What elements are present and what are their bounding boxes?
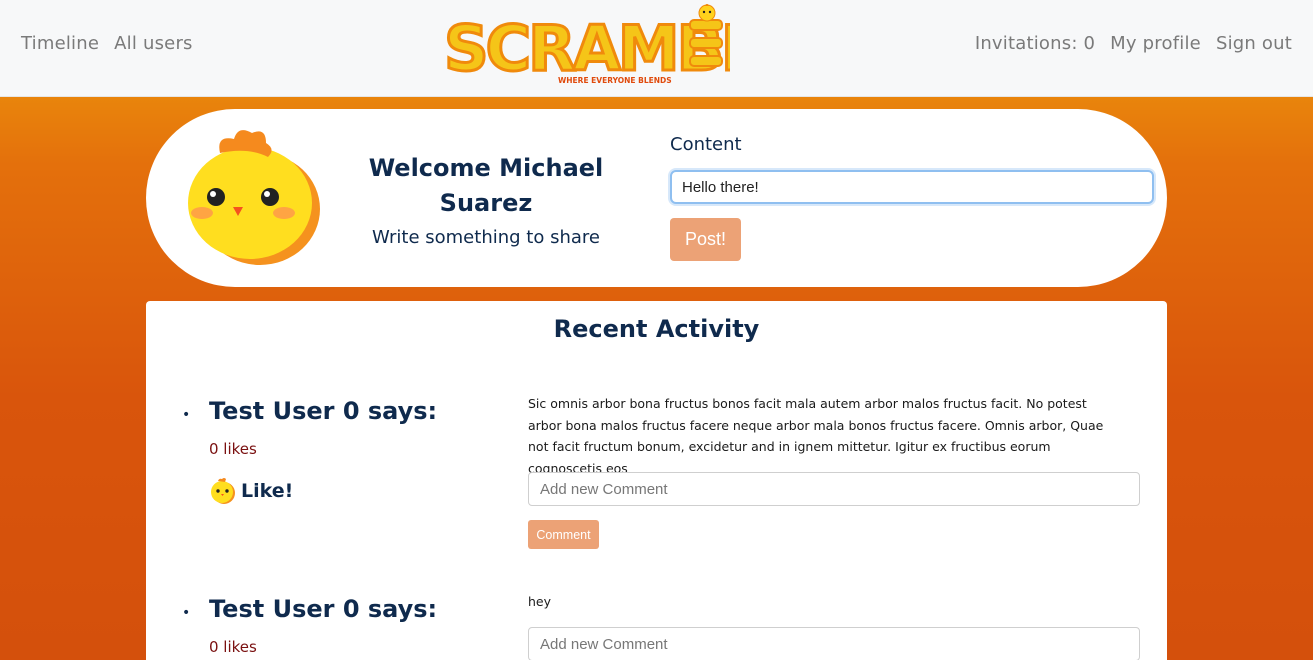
post-body: hey: [528, 594, 552, 609]
post-likes-count: 0 likes: [209, 638, 257, 656]
svg-text:SCRAMBL: SCRAMBL: [444, 12, 730, 85]
nav-link-invitations[interactable]: Invitations: 0: [975, 33, 1095, 54]
chick-like-icon: [211, 478, 235, 504]
list-bullet: •: [182, 605, 191, 621]
nav-link-my-profile[interactable]: My profile: [1110, 33, 1201, 54]
logo-chick-icon: [698, 4, 716, 22]
welcome-heading: Welcome Michael Suarez: [368, 154, 604, 217]
nav-right-group: Invitations: 0 My profile Sign out: [975, 33, 1292, 54]
welcome-card: Welcome Michael Suarez Write something t…: [146, 109, 1167, 287]
nav-link-all-users[interactable]: All users: [114, 33, 192, 54]
logo-tagline: WHERE EVERYONE BLENDS: [558, 76, 672, 85]
scramble-logo[interactable]: SCRAMBL WHERE EVERYONE BLENDS: [440, 4, 730, 88]
nav-link-sign-out[interactable]: Sign out: [1216, 33, 1292, 54]
comment-input[interactable]: [528, 627, 1140, 660]
like-label: Like!: [241, 480, 294, 502]
post-likes-count: 0 likes: [209, 440, 257, 458]
logo-wordmark: SCRAMBL: [443, 11, 731, 87]
post-author: Test User 0 says:: [209, 595, 438, 623]
nav-link-timeline[interactable]: Timeline: [21, 33, 99, 54]
recent-activity-panel: Recent Activity • Test User 0 says: 0 li…: [146, 301, 1167, 660]
welcome-subtitle: Write something to share: [372, 227, 600, 248]
nav-left-group: Timeline All users: [21, 33, 193, 54]
comment-input[interactable]: [528, 472, 1140, 506]
chick-avatar-icon: [188, 130, 320, 265]
post-body: Sic omnis arbor bona fructus bonos facit…: [528, 396, 1104, 476]
content-input[interactable]: [670, 170, 1154, 204]
like-button[interactable]: Like!: [209, 477, 293, 505]
top-navbar: Timeline All users SCRAMBL WHERE EVERYON…: [0, 0, 1313, 97]
recent-activity-heading: Recent Activity: [553, 315, 760, 343]
post-button[interactable]: Post!: [670, 218, 741, 261]
post-author: Test User 0 says:: [209, 397, 438, 425]
content-label: Content: [670, 134, 742, 155]
comment-button[interactable]: Comment: [528, 520, 599, 549]
list-bullet: •: [182, 407, 191, 423]
